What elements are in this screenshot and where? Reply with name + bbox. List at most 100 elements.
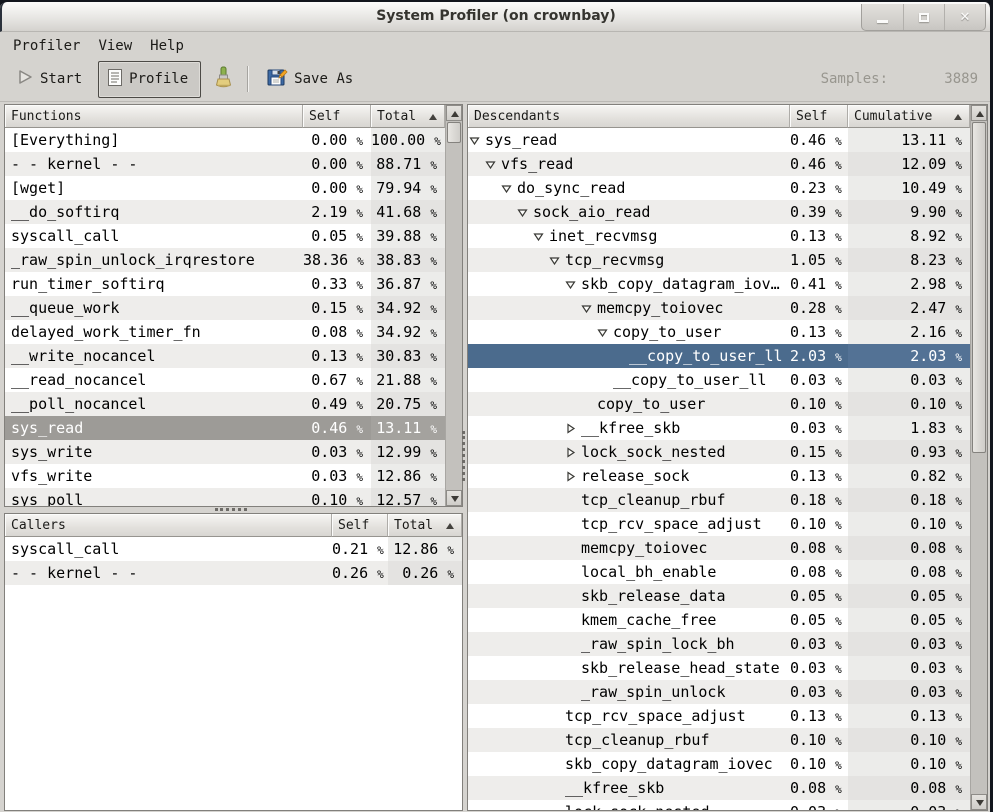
table-row[interactable]: tcp_cleanup_rbuf0.18 %0.18 % xyxy=(468,488,970,512)
table-row[interactable]: [Everything]0.00 %100.00 % xyxy=(5,128,445,152)
table-row[interactable]: memcpy_toiovec0.28 %2.47 % xyxy=(468,296,970,320)
column-header-self[interactable]: Self xyxy=(303,105,371,128)
expander-open-icon[interactable] xyxy=(565,279,581,290)
table-row[interactable]: __read_nocancel0.67 %21.88 % xyxy=(5,368,445,392)
column-header-cumulative[interactable]: Cumulative xyxy=(848,105,970,128)
table-row[interactable]: __copy_to_user_ll0.03 %0.03 % xyxy=(468,368,970,392)
table-row[interactable]: lock_sock_nested0.15 %0.93 % xyxy=(468,440,970,464)
column-header-descendants[interactable]: Descendants xyxy=(468,105,790,128)
table-row[interactable]: __write_nocancel0.13 %30.83 % xyxy=(5,344,445,368)
column-header-callers[interactable]: Callers xyxy=(5,514,332,537)
table-row[interactable]: __kfree_skb0.03 %1.83 % xyxy=(468,416,970,440)
scroll-down-button[interactable] xyxy=(971,794,987,810)
table-row[interactable]: __do_softirq2.19 %41.68 % xyxy=(5,200,445,224)
table-row[interactable]: _raw_spin_unlock0.03 %0.03 % xyxy=(468,680,970,704)
scroll-down-button[interactable] xyxy=(446,490,462,506)
expander-open-icon[interactable] xyxy=(533,231,549,242)
table-row[interactable]: sys_poll0.10 %12.57 % xyxy=(5,488,445,506)
table-row[interactable]: __queue_work0.15 %34.92 % xyxy=(5,296,445,320)
table-row[interactable]: delayed_work_timer_fn0.08 %34.92 % xyxy=(5,320,445,344)
table-row[interactable]: tcp_recvmsg1.05 %8.23 % xyxy=(468,248,970,272)
menu-item-view[interactable]: View xyxy=(89,34,141,58)
expander-open-icon[interactable] xyxy=(597,327,613,338)
table-row[interactable]: sys_read0.46 %13.11 % xyxy=(468,128,970,152)
expander-open-icon[interactable] xyxy=(517,207,533,218)
table-row[interactable]: memcpy_toiovec0.08 %0.08 % xyxy=(468,536,970,560)
table-row[interactable]: tcp_cleanup_rbuf0.10 %0.10 % xyxy=(468,728,970,752)
minimize-button[interactable] xyxy=(862,4,903,30)
table-row[interactable]: - - kernel - -0.00 %88.71 % xyxy=(5,152,445,176)
cell-total: 79.94 % xyxy=(371,176,445,200)
column-header-total[interactable]: Total xyxy=(371,105,445,128)
table-row[interactable]: skb_copy_datagram_iovec0.10 %0.10 % xyxy=(468,752,970,776)
table-row[interactable]: syscall_call0.21 %12.86 % xyxy=(5,537,462,561)
table-row[interactable]: skb_release_head_state0.03 %0.03 % xyxy=(468,656,970,680)
table-row[interactable]: release_sock0.13 %0.82 % xyxy=(468,464,970,488)
scroll-up-button[interactable] xyxy=(446,105,462,121)
table-row[interactable]: do_sync_read0.23 %10.49 % xyxy=(468,176,970,200)
column-header-functions[interactable]: Functions xyxy=(5,105,303,128)
expander-open-icon[interactable] xyxy=(501,183,517,194)
table-row[interactable]: skb_copy_datagram_iov…0.41 %2.98 % xyxy=(468,272,970,296)
table-row[interactable]: - - kernel - -0.26 %0.26 % xyxy=(5,561,462,585)
cell-self: 0.00 % xyxy=(303,176,371,200)
functions-scrollbar[interactable] xyxy=(445,105,462,506)
expander-open-icon[interactable] xyxy=(581,303,597,314)
table-row[interactable]: _raw_spin_unlock_irqrestore38.36 %38.83 … xyxy=(5,248,445,272)
table-row[interactable]: kmem_cache_free0.05 %0.05 % xyxy=(468,608,970,632)
scrollbar-thumb[interactable] xyxy=(447,122,461,143)
titlebar[interactable]: System Profiler (on crownbay) ✕ xyxy=(0,2,990,32)
table-row[interactable]: sock_aio_read0.39 %9.90 % xyxy=(468,200,970,224)
cell-total: 0.05 % xyxy=(848,584,970,608)
table-row[interactable]: tcp_rcv_space_adjust0.10 %0.10 % xyxy=(468,512,970,536)
expander-open-icon[interactable] xyxy=(469,135,485,146)
menu-item-help[interactable]: Help xyxy=(141,34,193,58)
table-row[interactable]: run_timer_softirq0.33 %36.87 % xyxy=(5,272,445,296)
expander-closed-icon[interactable] xyxy=(565,423,581,434)
table-row[interactable]: _raw_spin_lock_bh0.03 %0.03 % xyxy=(468,632,970,656)
cell-function-name: copy_to_user xyxy=(468,320,790,344)
descendants-scrollbar[interactable] xyxy=(970,105,987,810)
start-label: Start xyxy=(40,71,82,87)
table-row[interactable]: local_bh_enable0.08 %0.08 % xyxy=(468,560,970,584)
maximize-button[interactable] xyxy=(903,4,944,30)
table-row[interactable]: vfs_write0.03 %12.86 % xyxy=(5,464,445,488)
save-as-button[interactable]: Save As xyxy=(259,62,361,97)
table-row[interactable]: __kfree_skb0.08 %0.08 % xyxy=(468,776,970,800)
column-header-self[interactable]: Self xyxy=(790,105,848,128)
brush-button[interactable] xyxy=(207,61,239,98)
cell-self: 0.00 % xyxy=(303,128,371,152)
table-row[interactable]: sys_write0.03 %12.99 % xyxy=(5,440,445,464)
table-row[interactable]: __copy_to_user_ll2.03 %2.03 % xyxy=(468,344,970,368)
table-row[interactable]: vfs_read0.46 %12.09 % xyxy=(468,152,970,176)
scrollbar-thumb[interactable] xyxy=(972,122,986,453)
table-row[interactable]: __poll_nocancel0.49 %20.75 % xyxy=(5,392,445,416)
vertical-pane-handle[interactable] xyxy=(462,431,465,481)
cell-total: 0.10 % xyxy=(848,392,970,416)
table-row[interactable]: syscall_call0.05 %39.88 % xyxy=(5,224,445,248)
expander-closed-icon[interactable] xyxy=(565,471,581,482)
scroll-up-button[interactable] xyxy=(971,105,987,121)
table-row[interactable]: skb_release_data0.05 %0.05 % xyxy=(468,584,970,608)
app-window: System Profiler (on crownbay) ✕ Profiler… xyxy=(0,0,993,812)
start-button[interactable]: Start xyxy=(8,63,90,95)
expander-closed-icon[interactable] xyxy=(565,447,581,458)
table-row[interactable]: inet_recvmsg0.13 %8.92 % xyxy=(468,224,970,248)
table-row[interactable]: [wget]0.00 %79.94 % xyxy=(5,176,445,200)
profile-toggle-button[interactable]: Profile xyxy=(98,61,201,98)
expander-open-icon[interactable] xyxy=(485,159,501,170)
column-header-total[interactable]: Total xyxy=(388,514,462,537)
cell-total: 2.47 % xyxy=(848,296,970,320)
table-row[interactable]: copy_to_user0.10 %0.10 % xyxy=(468,392,970,416)
table-row[interactable]: tcp_rcv_space_adjust0.13 %0.13 % xyxy=(468,704,970,728)
cell-total: 36.87 % xyxy=(371,272,445,296)
horizontal-pane-handle[interactable] xyxy=(215,508,247,511)
close-button[interactable]: ✕ xyxy=(944,4,985,30)
table-row[interactable]: copy_to_user0.13 %2.16 % xyxy=(468,320,970,344)
table-row[interactable]: sys_read0.46 %13.11 % xyxy=(5,416,445,440)
expander-open-icon[interactable] xyxy=(549,255,565,266)
table-row[interactable]: lock_sock_nested0.03 %0.03 % xyxy=(468,800,970,810)
menu-item-profiler[interactable]: Profiler xyxy=(4,34,89,58)
column-header-self[interactable]: Self xyxy=(332,514,388,537)
cell-function-name: sys_read xyxy=(5,416,303,440)
